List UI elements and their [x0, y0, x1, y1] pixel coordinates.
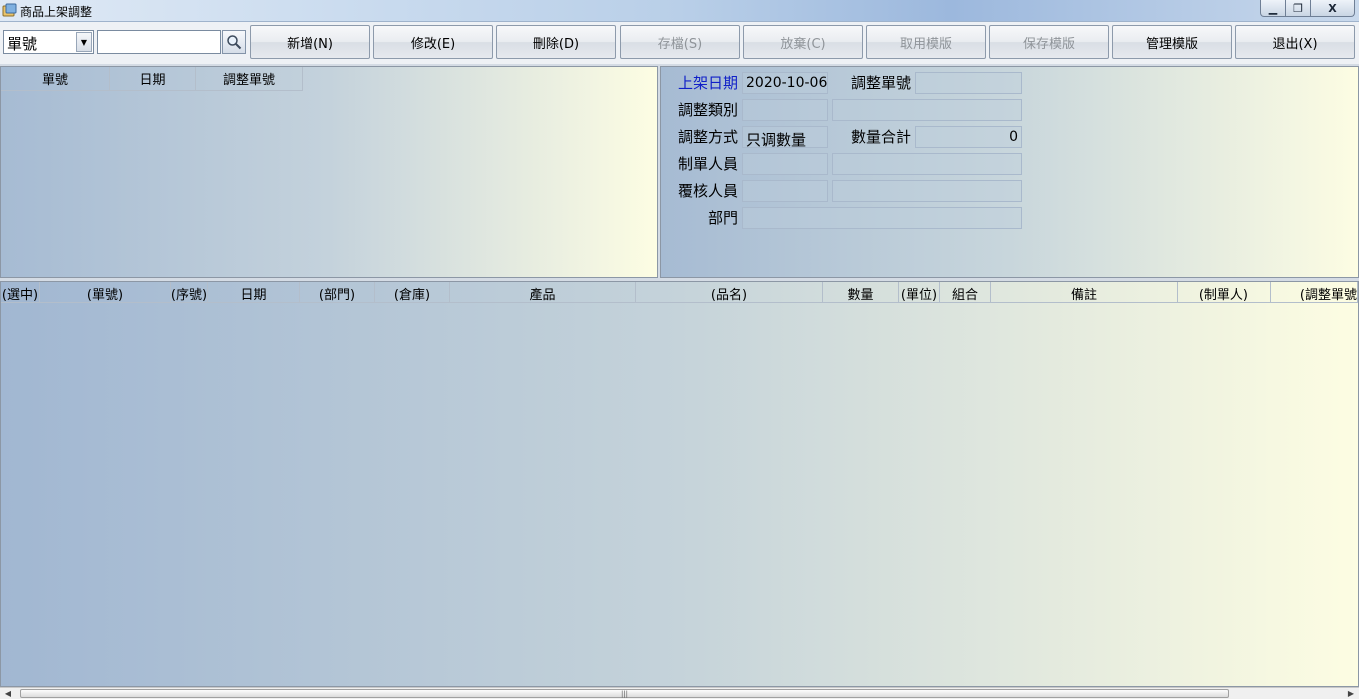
scroll-right-arrow-icon[interactable]: ▶ — [1343, 688, 1359, 699]
detail-grid-header: (選中) (單號) (序號) 日期 (部門) (倉庫) 產品 (品名) 數量 (… — [1, 282, 1358, 303]
column-header-product-name[interactable]: (品名) — [636, 282, 823, 303]
column-header-doc-no[interactable]: (單號) — [40, 282, 171, 303]
use-template-button[interactable]: 取用模版 — [866, 25, 986, 59]
qty-total-field[interactable]: 0 — [915, 126, 1022, 148]
column-header-adjust-no[interactable]: (調整單號 — [1271, 282, 1358, 303]
save-button[interactable]: 存檔(S) — [620, 25, 740, 59]
column-header-creator[interactable]: (制單人) — [1178, 282, 1271, 303]
exit-button[interactable]: 退出(X) — [1235, 25, 1355, 59]
column-header-warehouse[interactable]: (倉庫) — [375, 282, 450, 303]
column-header-department[interactable]: (部門) — [300, 282, 375, 303]
delete-button[interactable]: 刪除(D) — [496, 25, 616, 59]
adjust-no-field[interactable] — [915, 72, 1022, 94]
edit-button[interactable]: 修改(E) — [373, 25, 493, 59]
reviewer-name-field[interactable] — [832, 180, 1022, 202]
document-list-grid[interactable]: 單號 日期 調整單號 — [0, 66, 658, 278]
window-controls: ▁ ❐ X — [1260, 0, 1355, 18]
column-header-seq[interactable]: (序號) — [171, 282, 208, 303]
restore-button[interactable]: ❐ — [1286, 0, 1311, 17]
column-header-selected[interactable]: (選中) — [1, 282, 40, 303]
discard-button[interactable]: 放棄(C) — [743, 25, 863, 59]
column-header-date[interactable]: 日期 — [208, 282, 300, 303]
creator-code-field[interactable] — [742, 153, 828, 175]
app-icon — [2, 3, 17, 18]
manage-template-button[interactable]: 管理模版 — [1112, 25, 1232, 59]
search-field-select[interactable]: 單號 ▼ — [3, 30, 94, 54]
document-form: 上架日期 2020-10-06 調整單號 調整類別 調整方式 只调數量 數量合計… — [660, 66, 1359, 278]
creator-label: 制單人員 — [677, 155, 738, 173]
save-template-button[interactable]: 保存模版 — [989, 25, 1109, 59]
reviewer-code-field[interactable] — [742, 180, 828, 202]
column-header-quantity[interactable]: 數量 — [823, 282, 899, 303]
adjust-method-label: 調整方式 — [677, 128, 738, 146]
column-header-product[interactable]: 產品 — [450, 282, 636, 303]
qty-total-label: 數量合計 — [850, 128, 911, 146]
search-button[interactable] — [222, 30, 246, 54]
toolbar: 單號 ▼ 新增(N) 修改(E) 刪除(D) 存檔(S) 放棄(C) 取用模版 … — [0, 22, 1359, 64]
search-field-value: 單號 — [7, 35, 38, 53]
creator-name-field[interactable] — [832, 153, 1022, 175]
horizontal-scrollbar[interactable]: ◀ ||| ▶ — [0, 687, 1359, 699]
column-header-date[interactable]: 日期 — [110, 67, 196, 91]
window-title: 商品上架調整 — [20, 5, 93, 19]
minimize-button[interactable]: ▁ — [1260, 0, 1286, 17]
column-header-adjust-no[interactable]: 調整單號 — [196, 67, 303, 91]
department-field[interactable] — [742, 207, 1022, 229]
column-header-doc-no[interactable]: 單號 — [1, 67, 110, 91]
scroll-thumb[interactable]: ||| — [20, 689, 1229, 698]
reviewer-label: 覆核人員 — [677, 182, 738, 200]
title-bar: 商品上架調整 ▁ ❐ X — [0, 0, 1359, 22]
listing-date-field[interactable]: 2020-10-06 — [742, 72, 828, 94]
adjust-type-label: 調整類別 — [677, 101, 738, 119]
column-header-unit[interactable]: (單位) — [899, 282, 940, 303]
listing-date-label: 上架日期 — [677, 74, 738, 92]
close-button[interactable]: X — [1311, 0, 1355, 17]
new-button[interactable]: 新增(N) — [250, 25, 370, 59]
column-header-remark[interactable]: 備註 — [991, 282, 1178, 303]
adjust-no-label: 調整單號 — [850, 74, 911, 92]
search-icon — [227, 35, 242, 50]
detail-grid[interactable]: (選中) (單號) (序號) 日期 (部門) (倉庫) 產品 (品名) 數量 (… — [0, 281, 1359, 687]
adjust-type-code-field[interactable] — [742, 99, 828, 121]
adjust-method-field[interactable]: 只调數量 — [742, 126, 828, 148]
column-header-bundle[interactable]: 組合 — [940, 282, 991, 303]
adjust-type-name-field[interactable] — [832, 99, 1022, 121]
document-list-header: 單號 日期 調整單號 — [1, 67, 303, 91]
scroll-left-arrow-icon[interactable]: ◀ — [0, 688, 16, 699]
chevron-down-icon[interactable]: ▼ — [76, 32, 92, 52]
search-input[interactable] — [97, 30, 221, 54]
department-label: 部門 — [707, 209, 738, 227]
